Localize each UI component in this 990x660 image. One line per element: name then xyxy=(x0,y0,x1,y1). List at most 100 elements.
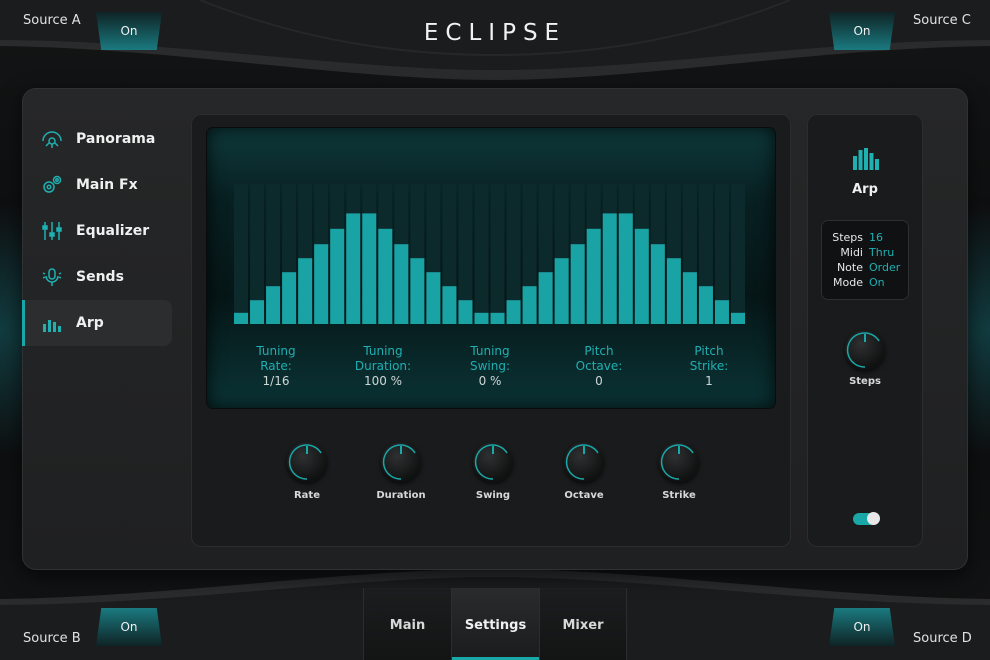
octave-knob-group: Octave xyxy=(544,442,624,501)
steps-knob-label: Steps xyxy=(849,376,881,387)
step-bar[interactable] xyxy=(698,286,713,324)
sidebar-item-panorama[interactable]: Panorama xyxy=(22,116,172,162)
step-track[interactable] xyxy=(474,184,489,324)
octave-knob[interactable] xyxy=(564,442,604,482)
step-bar[interactable] xyxy=(554,258,569,324)
step-bar[interactable] xyxy=(298,258,313,324)
step-bar[interactable] xyxy=(362,213,377,324)
sidebar-item-sends[interactable]: Sends xyxy=(22,254,172,300)
step-bars[interactable] xyxy=(234,184,747,324)
step-bar[interactable] xyxy=(458,300,473,324)
step-bar[interactable] xyxy=(682,272,697,324)
arp-display-section: Tuning Rate: 1/16 Tuning Duration: 100 %… xyxy=(191,114,791,547)
sidebar-item-main-fx[interactable]: Main Fx xyxy=(22,162,172,208)
bar-levels-icon xyxy=(40,311,64,335)
steps-knob[interactable] xyxy=(845,330,885,370)
info-key: Midi xyxy=(840,246,863,259)
sidebar-item-label: Panorama xyxy=(76,131,156,147)
source-b-on-button[interactable]: On xyxy=(96,608,162,646)
arp-settings-panel: Arp Steps 16 Midi Thru Note Order Mode On St… xyxy=(807,114,923,547)
step-bar[interactable] xyxy=(234,312,249,324)
arp-info-box: Steps 16 Midi Thru Note Order Mode On xyxy=(821,220,909,300)
sidebar-item-label: Arp xyxy=(76,315,104,331)
step-bar[interactable] xyxy=(730,312,745,324)
param-value: 0 xyxy=(595,374,603,388)
step-track[interactable] xyxy=(490,184,505,324)
step-bar[interactable] xyxy=(314,244,329,324)
sidebar-item-label: Sends xyxy=(76,269,124,285)
param-readouts: Tuning Rate: 1/16 Tuning Duration: 100 %… xyxy=(207,344,775,394)
step-bar[interactable] xyxy=(282,272,297,324)
param-group-label: Tuning xyxy=(363,344,403,358)
arp-panel-title: Arp xyxy=(852,182,878,197)
step-bar[interactable] xyxy=(570,244,585,324)
knob-label: Swing xyxy=(475,490,511,501)
step-bar[interactable] xyxy=(426,272,441,324)
info-key: Note xyxy=(836,261,863,274)
step-bar[interactable] xyxy=(474,312,489,324)
step-bar[interactable] xyxy=(266,286,281,324)
step-track[interactable] xyxy=(234,184,249,324)
step-bar[interactable] xyxy=(506,300,521,324)
step-bar[interactable] xyxy=(618,213,633,324)
param-octave: Pitch Octave: 0 xyxy=(544,344,654,389)
param-group-label: Pitch xyxy=(694,344,724,358)
param-name: Octave: xyxy=(575,359,623,373)
info-row: Midi Thru xyxy=(821,245,909,260)
param-swing: Tuning Swing: 0 % xyxy=(435,344,545,389)
step-bar[interactable] xyxy=(586,228,601,324)
step-bar[interactable] xyxy=(714,300,729,324)
step-bar[interactable] xyxy=(538,272,553,324)
strike-knob[interactable] xyxy=(659,442,699,482)
source-a-on-button[interactable]: On xyxy=(96,12,162,50)
step-bar[interactable] xyxy=(378,228,393,324)
source-d-on-button[interactable]: On xyxy=(829,608,895,646)
source-d-label: Source D xyxy=(913,631,972,646)
tab-main[interactable]: Main xyxy=(363,588,451,660)
bottom-tabs: Main Settings Mixer xyxy=(363,588,628,660)
param-name: Rate: xyxy=(260,359,292,373)
swing-knob[interactable] xyxy=(473,442,513,482)
info-row: Note Order xyxy=(821,260,909,275)
info-value: 16 xyxy=(869,231,883,244)
rate-knob[interactable] xyxy=(287,442,327,482)
tab-settings[interactable]: Settings xyxy=(451,588,539,660)
step-bar[interactable] xyxy=(394,244,409,324)
step-bar[interactable] xyxy=(650,244,665,324)
param-rate: Tuning Rate: 1/16 xyxy=(221,344,331,389)
param-name: Swing: xyxy=(469,359,511,373)
strike-knob-group: Strike xyxy=(639,442,719,501)
duration-knob[interactable] xyxy=(381,442,421,482)
arp-screen: Tuning Rate: 1/16 Tuning Duration: 100 %… xyxy=(207,128,775,408)
tab-mixer[interactable]: Mixer xyxy=(539,588,627,660)
step-bar[interactable] xyxy=(410,258,425,324)
step-bar[interactable] xyxy=(602,213,617,324)
step-bar[interactable] xyxy=(330,228,345,324)
param-value: 1 xyxy=(705,374,713,388)
source-b-label: Source B xyxy=(23,631,81,646)
step-bar[interactable] xyxy=(442,286,457,324)
gears-icon xyxy=(40,173,64,197)
param-strike: Pitch Strike: 1 xyxy=(654,344,764,389)
knob-row: Rate Duration Swing Octave Strike xyxy=(191,442,791,522)
source-c-on-button[interactable]: On xyxy=(829,12,895,50)
sidebar: Panorama Main Fx Equalizer Sends Arp xyxy=(22,116,172,346)
main-panel: Panorama Main Fx Equalizer Sends Arp Tun… xyxy=(22,88,968,570)
param-value: 0 % xyxy=(478,374,502,388)
step-bar[interactable] xyxy=(634,228,649,324)
step-bar[interactable] xyxy=(490,312,505,324)
info-key: Steps xyxy=(832,231,863,244)
step-bar[interactable] xyxy=(346,213,361,324)
step-bar[interactable] xyxy=(666,258,681,324)
equalizer-sliders-icon xyxy=(40,219,64,243)
step-bar[interactable] xyxy=(522,286,537,324)
param-group-label: Tuning xyxy=(470,344,510,358)
knob-label: Octave xyxy=(564,490,604,501)
sidebar-item-equalizer[interactable]: Equalizer xyxy=(22,208,172,254)
source-a-label: Source A xyxy=(23,13,81,28)
arp-toggle-switch[interactable] xyxy=(853,512,880,525)
param-group-label: Pitch xyxy=(584,344,614,358)
sidebar-item-arp[interactable]: Arp xyxy=(22,300,172,346)
step-bar[interactable] xyxy=(250,300,265,324)
step-track[interactable] xyxy=(730,184,745,324)
